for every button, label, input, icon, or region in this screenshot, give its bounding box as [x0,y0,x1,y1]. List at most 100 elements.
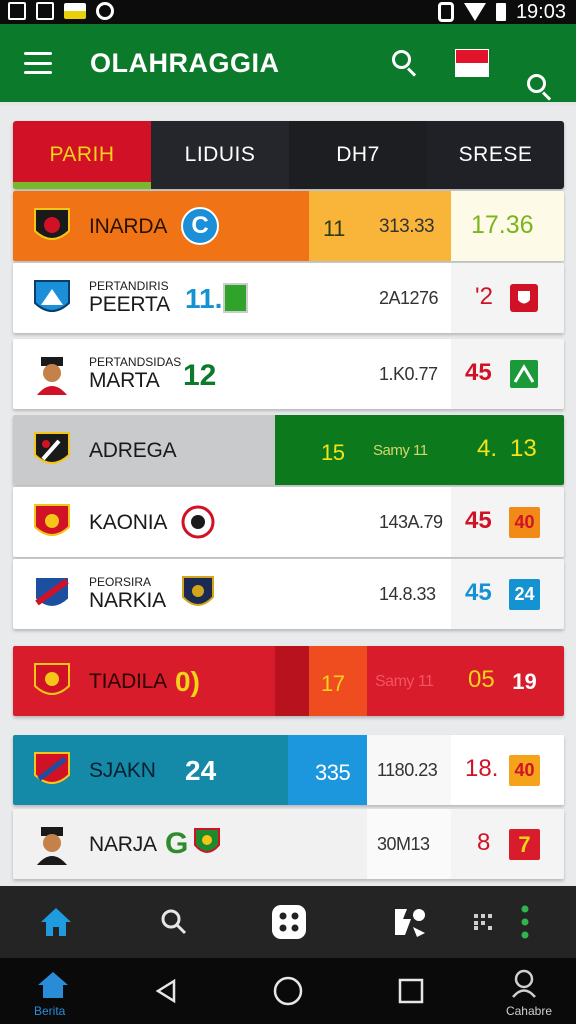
search-icon[interactable] [154,886,194,958]
more-icon[interactable] [514,886,536,958]
value: 1.K0.77 [379,364,438,384]
team-crest-icon [34,208,70,240]
clock: 19:03 [515,0,566,23]
ball-badge-icon [181,505,215,539]
back-icon[interactable] [154,978,178,1004]
recents-icon[interactable] [398,978,424,1004]
team-name: PEERTA [89,293,170,316]
result-box: 24 [509,579,540,610]
tab-dh7[interactable]: DH7 [289,121,427,189]
home-button-icon[interactable] [272,975,304,1007]
result-box: 7 [509,829,540,860]
flag-notification-icon [64,3,86,19]
score: 0) [175,666,200,697]
team-badge: C [181,207,219,245]
result: 18. [465,755,499,782]
team-crest-icon [34,280,70,312]
list-item[interactable]: ADREGA 15 Samy 11 4. 13 [13,415,564,485]
team-name: INARDA [89,215,168,238]
value: 1180.23 [377,760,438,780]
team-crest-icon [34,752,70,784]
circle-icon [96,2,114,20]
puzzle-icon[interactable] [388,886,432,958]
dice-icon[interactable] [268,886,310,958]
result: 8 [477,829,491,856]
result-box: 40 [509,755,540,786]
score-secondary: 17 [321,671,345,696]
score: 24 [185,755,217,786]
home-tab-label[interactable]: Berita [34,1004,65,1018]
result-secondary: 13 [510,435,537,462]
score: 12 [183,359,217,392]
app-bar: OLAHRAGGIA [0,24,576,106]
result: '2 [475,283,493,310]
tab-liduis[interactable]: LIDUIS [151,121,289,189]
app-title: OLAHRAGGIA [90,48,280,78]
search-icon[interactable] [527,74,552,101]
result: 45 [465,579,492,606]
team-shield-icon [510,284,538,312]
value: Samy 11 [373,442,428,459]
result: 4. [477,435,498,462]
dots-icon[interactable] [468,886,498,958]
list-item[interactable]: PEORSIRA NARKIA 14.8.33 45 24 [13,559,564,629]
value: 313.33 [379,216,435,237]
team-name: NARKIA [89,589,166,612]
team-shield-icon [194,828,220,853]
team-subtitle: PERTANDIRIS [89,279,169,293]
vibrate-icon [437,2,454,22]
home-tab-icon[interactable] [36,970,70,1000]
team-crest-icon [34,504,70,536]
wifi-icon [463,3,486,21]
score: 11. [185,283,223,314]
value: 143A.79 [379,512,443,532]
profile-icon[interactable] [510,968,538,998]
value: 14.8.33 [379,584,436,604]
team-name: KAONIA [89,511,168,534]
team-subtitle: PEORSIRA [89,575,152,589]
team-name: ADREGA [89,439,177,462]
score: 15 [321,440,345,465]
score: 11 [323,216,345,241]
trend-icon [510,360,538,388]
team-name: NARJA [89,833,157,856]
list-item[interactable]: KAONIA 143A.79 45 40 [13,487,564,557]
list-item[interactable]: PERTANDIRIS PEERTA 11. 2A1276 '2 [13,263,564,333]
team-subtitle: PERTANDSIDAS [89,355,182,369]
menu-icon[interactable] [24,52,52,74]
tab-srese[interactable]: SRESE [427,121,564,189]
result: 17.36 [471,211,534,239]
search-icon[interactable] [392,50,417,77]
team-name: TIADILA [89,670,167,693]
list-item[interactable]: SJAKN 24 335 1180.23 18. 40 [13,735,564,805]
score-secondary: 335 [315,760,351,785]
notification-icon [8,2,26,20]
image-icon [36,2,54,20]
profile-tab-label[interactable]: Cahabre [506,1004,552,1018]
team-logo-icon [223,283,248,313]
battery-icon [495,3,506,21]
list-item[interactable]: NARJA G 30M13 8 7 [13,809,564,879]
result-box: 40 [509,507,540,538]
tab-parih[interactable]: PARIH [13,121,151,189]
tab-bar: PARIH LIDUIS DH7 SRESE [13,121,564,189]
result-box: 19 [512,668,537,694]
list-item[interactable]: INARDA C 11 313.33 17.36 [13,191,564,261]
list-item[interactable]: PERTANDSIDAS MARTA 12 1.K0.77 45 [13,339,564,409]
team-name: SJAKN [89,759,156,782]
status-bar: 19:03 [0,0,576,24]
indonesia-flag-icon[interactable] [455,49,489,77]
bottom-tab-bar [0,886,576,958]
value: 2A1276 [379,288,439,308]
team-crest-icon [34,432,70,464]
value: Samy 11 [375,673,434,690]
result: 45 [465,359,492,386]
team-shield-icon [182,576,214,606]
result: 45 [465,507,492,534]
home-icon[interactable] [34,886,78,958]
team-badge: G [165,827,189,860]
player-avatar-icon [37,827,67,865]
value: 30M13 [377,834,430,854]
system-nav-bar: Berita Cahabre [0,958,576,1024]
list-item[interactable]: TIADILA 0) 17 Samy 11 05 19 [13,646,564,716]
